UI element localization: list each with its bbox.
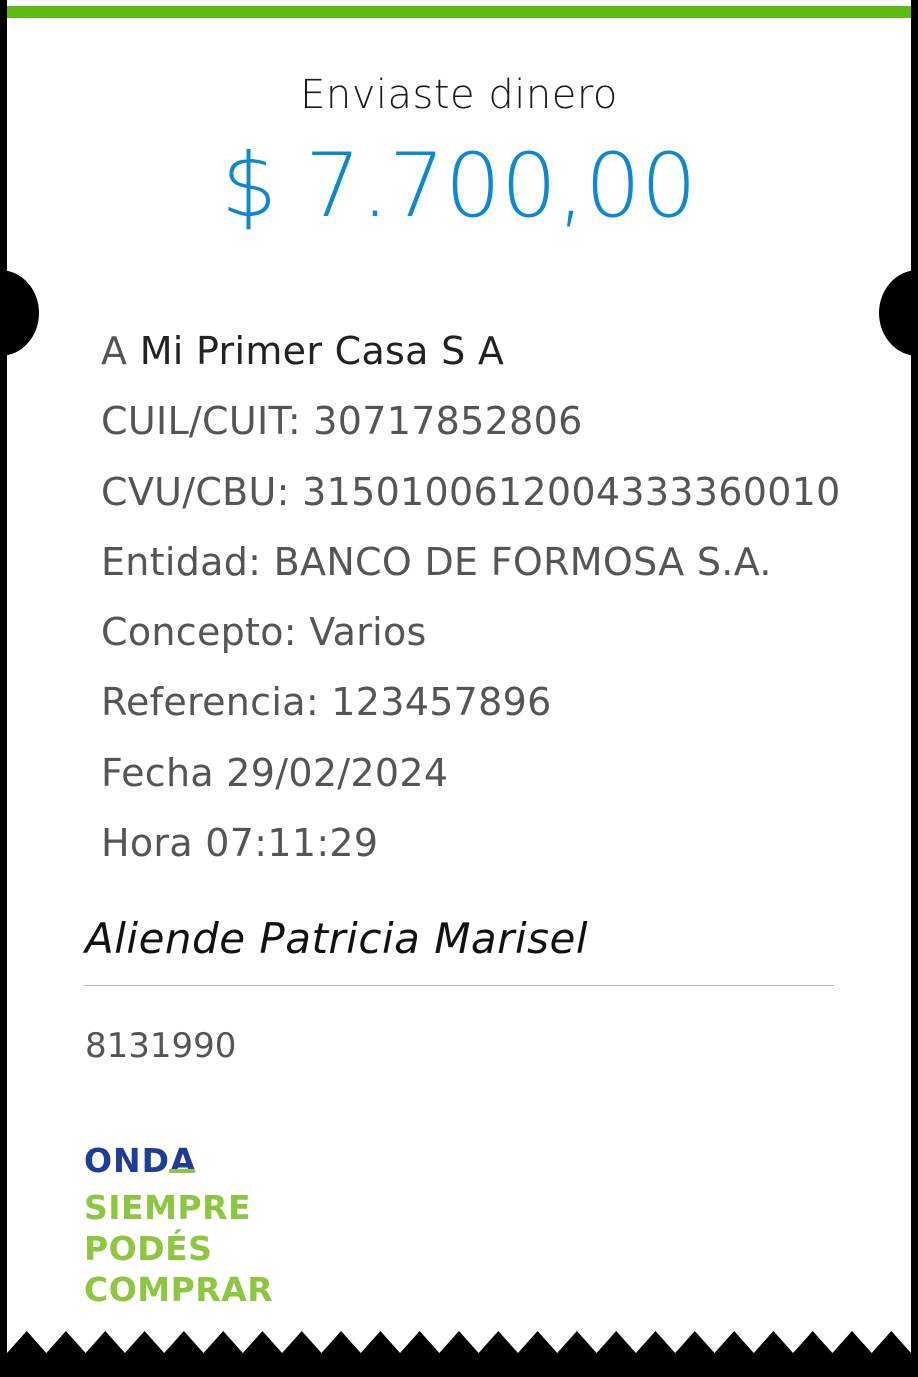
sender-name: Aliende Patricia Marisel bbox=[85, 914, 588, 963]
brand-slogan-line-1: SIEMPRE bbox=[84, 1188, 252, 1227]
fecha-row: Fecha 29/02/2024 bbox=[101, 750, 449, 795]
brand-name-text: ONDA bbox=[84, 1141, 197, 1180]
torn-edge-shape bbox=[7, 1331, 911, 1377]
recipient-name: Mi Primer Casa S A bbox=[139, 329, 505, 373]
brand-slogan-line-3: COMPRAR bbox=[84, 1270, 274, 1309]
sender-divider bbox=[84, 985, 834, 986]
brand-logo: ONDA SIEMPRE PODÉS COMPRAR bbox=[84, 1140, 273, 1310]
cvu-cbu-row: CVU/CBU: 3150100612004333360010 bbox=[101, 469, 841, 514]
brand-name: ONDA bbox=[84, 1140, 197, 1181]
receipt-right-notch bbox=[879, 270, 911, 356]
concepto-row: Concepto: Varios bbox=[101, 610, 427, 655]
brand-accent-mark bbox=[168, 1169, 195, 1173]
sender-id: 8131990 bbox=[85, 1026, 237, 1066]
receipt-top-accent-bar bbox=[7, 6, 911, 18]
transfer-receipt: Enviaste dinero $ 7.700,00 A Mi Primer C… bbox=[7, 0, 911, 1377]
referencia-row: Referencia: 123457896 bbox=[101, 680, 552, 725]
receipt-title: Enviaste dinero bbox=[300, 72, 618, 118]
cuil-cuit-row: CUIL/CUIT: 30717852806 bbox=[101, 399, 583, 444]
receipt-torn-edge bbox=[7, 1331, 911, 1377]
transfer-amount: $ 7.700,00 bbox=[221, 134, 697, 237]
transfer-details: A Mi Primer Casa S A CUIL/CUIT: 30717852… bbox=[101, 316, 841, 878]
hora-row: Hora 07:11:29 bbox=[101, 821, 379, 866]
brand-slogan-line-2: PODÉS bbox=[84, 1229, 213, 1268]
entidad-row: Entidad: BANCO DE FORMOSA S.A. bbox=[101, 539, 772, 584]
receipt-left-notch bbox=[7, 270, 39, 356]
recipient-prefix: A bbox=[101, 329, 140, 373]
recipient-row: A Mi Primer Casa S A bbox=[101, 316, 841, 386]
